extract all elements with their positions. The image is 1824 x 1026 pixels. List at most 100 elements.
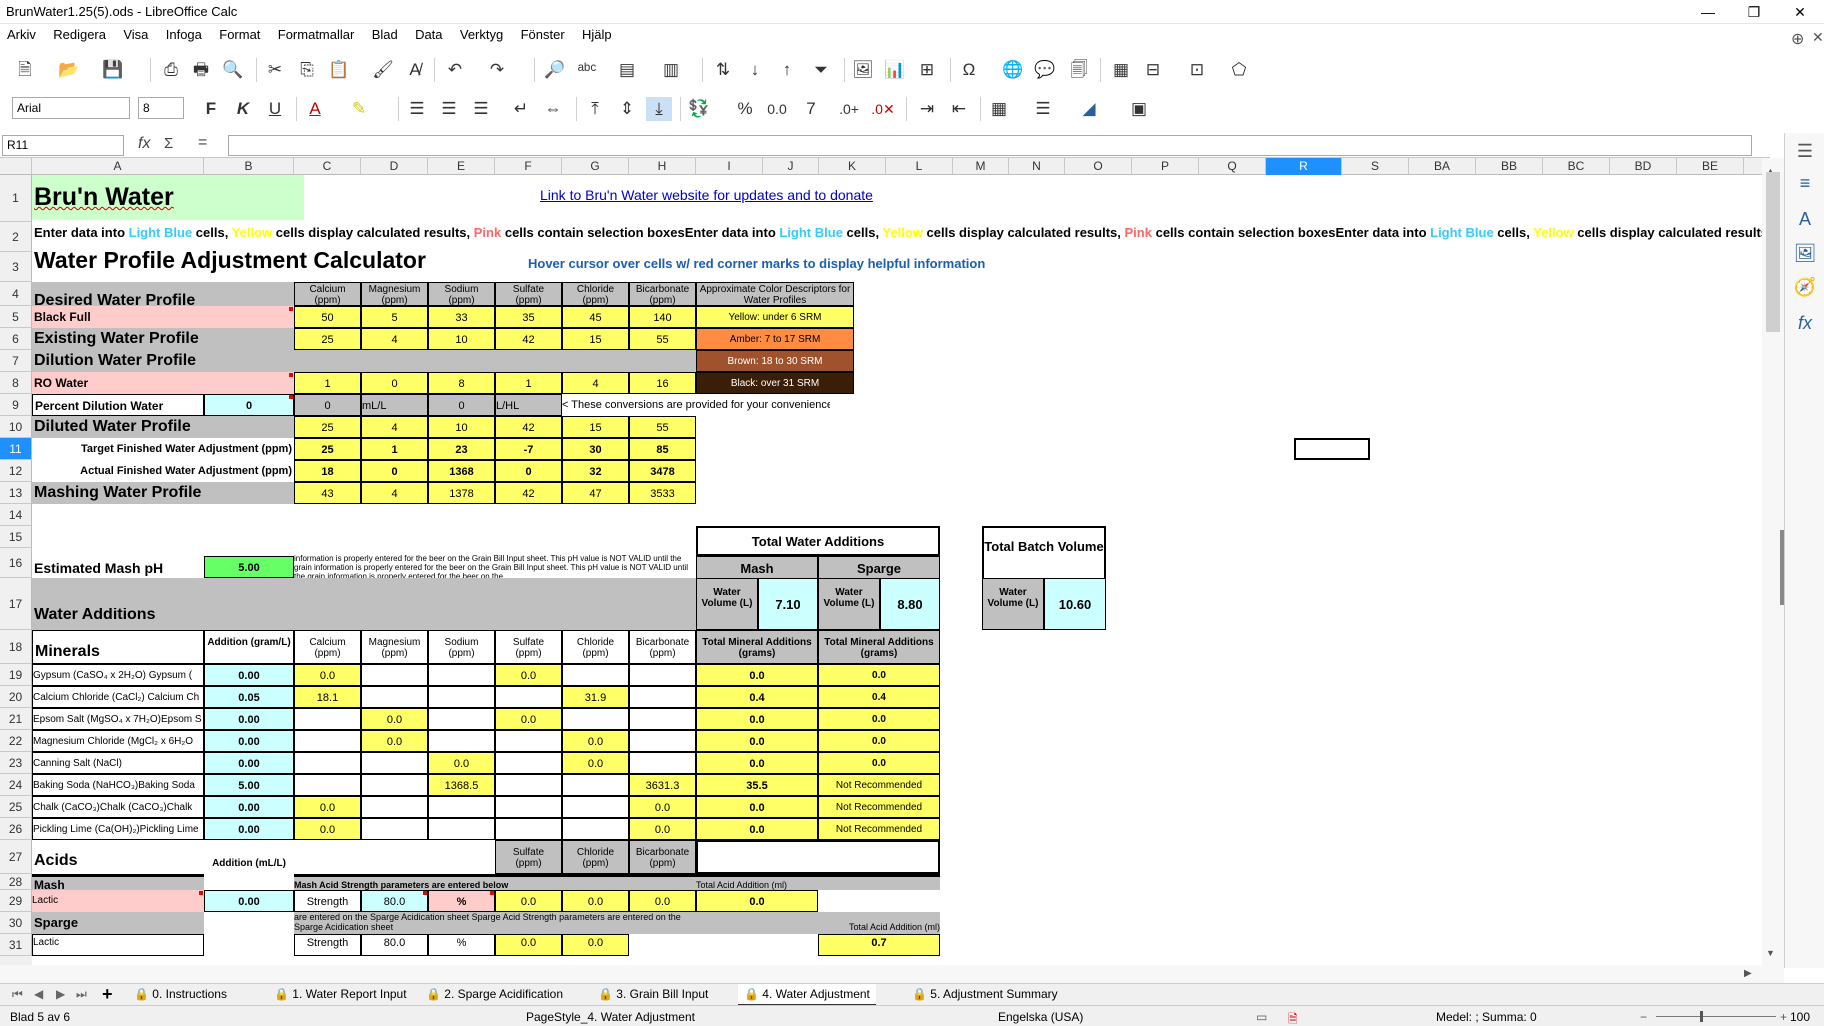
row-header-10[interactable]: 10 (0, 416, 32, 438)
row-header-1[interactable]: 1 (0, 175, 32, 222)
center-vertically-icon[interactable]: ⇕ (614, 97, 640, 121)
comment-indicator[interactable] (199, 891, 203, 895)
column-header-BD[interactable]: BD (1610, 158, 1677, 175)
restore-button[interactable]: ❐ (1734, 1, 1774, 23)
menu-format[interactable]: Format (212, 24, 267, 42)
comment-indicator[interactable] (490, 891, 494, 895)
column-header-E[interactable]: E (428, 158, 495, 175)
comment-indicator[interactable] (289, 307, 293, 311)
paste-icon[interactable]: 📋 (326, 58, 352, 82)
menu-formatmallar[interactable]: Formatmallar (271, 24, 362, 42)
row-header-15[interactable]: 15 (0, 526, 32, 548)
column-header-F[interactable]: F (495, 158, 562, 175)
zoom-level[interactable]: 100 % (1790, 1010, 1824, 1026)
freeze-rows-columns-icon[interactable]: ⊟ (1140, 58, 1166, 82)
wrap-text-icon[interactable]: ↵ (508, 97, 534, 121)
vertical-scroll-thumb[interactable] (1766, 172, 1780, 332)
row-header-30[interactable]: 30 (0, 912, 32, 934)
column-icon[interactable]: ▥ (658, 58, 684, 82)
mash-acid-select[interactable]: Lactic (32, 890, 204, 912)
mineral-addition-input-2[interactable]: 0.00 (204, 708, 294, 730)
column-header-M[interactable]: M (953, 158, 1009, 175)
border-style-icon[interactable]: ☰ (1030, 97, 1056, 121)
special-character-icon[interactable]: Ω (956, 58, 982, 82)
percent-format-icon[interactable]: % (732, 97, 758, 121)
add-decimal-icon[interactable]: .0+ (836, 97, 862, 121)
print-preview-icon[interactable]: 🔍 (220, 58, 246, 82)
column-header-O[interactable]: O (1065, 158, 1132, 175)
mineral-addition-input-3[interactable]: 0.00 (204, 730, 294, 752)
close-document-icon[interactable]: ✕ (1805, 26, 1824, 46)
open-icon[interactable]: 📂 (56, 58, 82, 82)
comment-indicator[interactable] (289, 395, 293, 399)
sparge-volume-input[interactable]: 8.80 (880, 578, 940, 630)
row-header-27[interactable]: 27 (0, 840, 32, 874)
row-header-23[interactable]: 23 (0, 752, 32, 774)
highlight-color-icon[interactable]: ✎ (346, 97, 372, 121)
insert-image-icon[interactable]: 🖼 (850, 58, 876, 82)
scroll-right-arrow[interactable]: ▶ (1744, 968, 1752, 979)
export-pdf-icon[interactable]: ⎙ (158, 58, 184, 82)
column-header-D[interactable]: D (361, 158, 428, 175)
find-replace-icon[interactable]: 🔎 (542, 58, 568, 82)
zoom-out-icon[interactable]: − (1640, 1010, 1647, 1024)
zoom-in-icon[interactable]: + (1780, 1010, 1787, 1024)
bold-icon[interactable]: F (198, 97, 224, 121)
redo-icon[interactable]: ↷ (484, 58, 510, 82)
insert-chart-icon[interactable]: 📊 (882, 58, 908, 82)
column-header-H[interactable]: H (629, 158, 696, 175)
selection-mode-icon[interactable]: ▭ (1256, 1010, 1267, 1024)
hyperlink-icon[interactable]: 🌐 (1000, 58, 1026, 82)
tab-grain-bill-input[interactable]: 🔒 3. Grain Bill Input (592, 987, 714, 1001)
mineral-addition-input-0[interactable]: 0.00 (204, 664, 294, 686)
clone-formatting-icon[interactable]: 🖌 (370, 58, 396, 82)
column-header-I[interactable]: I (696, 158, 763, 175)
menu-verktyg[interactable]: Verktyg (453, 24, 510, 42)
formula-icon[interactable]: = (198, 134, 207, 152)
column-header-L[interactable]: L (886, 158, 953, 175)
sort-icon[interactable]: ⇅ (710, 58, 736, 82)
new-document-icon[interactable]: 🗎 (12, 58, 38, 82)
name-box[interactable]: R11 (2, 135, 124, 156)
scroll-down-arrow[interactable]: ▼ (1766, 948, 1775, 958)
row-header-21[interactable]: 21 (0, 708, 32, 730)
column-header-B[interactable]: B (204, 158, 294, 175)
column-header-A[interactable]: A (32, 158, 204, 175)
increase-indent-icon[interactable]: ⇥ (914, 97, 940, 121)
styles-icon[interactable]: A (1793, 209, 1817, 233)
menu-fonster[interactable]: Fönster (514, 24, 572, 42)
column-header-Q[interactable]: Q (1199, 158, 1266, 175)
decrease-indent-icon[interactable]: ⇤ (946, 97, 972, 121)
close-button[interactable]: ✕ (1780, 1, 1820, 23)
row-header-9[interactable]: 9 (0, 394, 32, 416)
last-sheet-icon[interactable]: ⏭ (76, 987, 87, 1002)
row-header-4[interactable]: 4 (0, 282, 32, 306)
sidebar-menu-icon[interactable]: ☰ (1793, 141, 1817, 165)
comment-icon[interactable]: 💬 (1032, 58, 1058, 82)
column-header-G[interactable]: G (562, 158, 629, 175)
mash-acid-strength-input[interactable]: 80.0 (361, 890, 428, 912)
spelling-icon[interactable]: ᵃᵇᶜ (574, 58, 600, 82)
functions-icon[interactable]: fx (1793, 313, 1817, 337)
mash-acid-addition-input[interactable]: 0.00 (204, 890, 294, 912)
row-header-12[interactable]: 12 (0, 460, 32, 482)
sort-ascending-icon[interactable]: ↓ (742, 58, 768, 82)
language-indicator[interactable]: Engelska (USA) (998, 1010, 1083, 1024)
undo-icon[interactable]: ↶ (442, 58, 468, 82)
mineral-addition-input-6[interactable]: 0.00 (204, 796, 294, 818)
tab-water-adjustment[interactable]: 🔒 4. Water Adjustment (738, 984, 876, 1006)
zoom-slider-thumb[interactable] (1700, 1011, 1703, 1022)
row-header-24[interactable]: 24 (0, 774, 32, 796)
date-format-icon[interactable]: 7 (798, 97, 824, 121)
row-header-28[interactable]: 28 (0, 874, 32, 890)
menu-visa[interactable]: Visa (116, 24, 155, 42)
page-style[interactable]: PageStyle_4. Water Adjustment (526, 1010, 695, 1024)
desired-profile-select[interactable]: Black Full (32, 306, 294, 328)
prev-sheet-icon[interactable]: ◀ (34, 987, 43, 1001)
row-header-2[interactable]: 2 (0, 222, 32, 252)
comment-indicator[interactable] (423, 891, 427, 895)
merge-cells-icon[interactable]: ⇔ (540, 97, 566, 121)
row-header-8[interactable]: 8 (0, 372, 32, 394)
row-header-11[interactable]: 11 (0, 438, 32, 460)
column-header-K[interactable]: K (819, 158, 886, 175)
